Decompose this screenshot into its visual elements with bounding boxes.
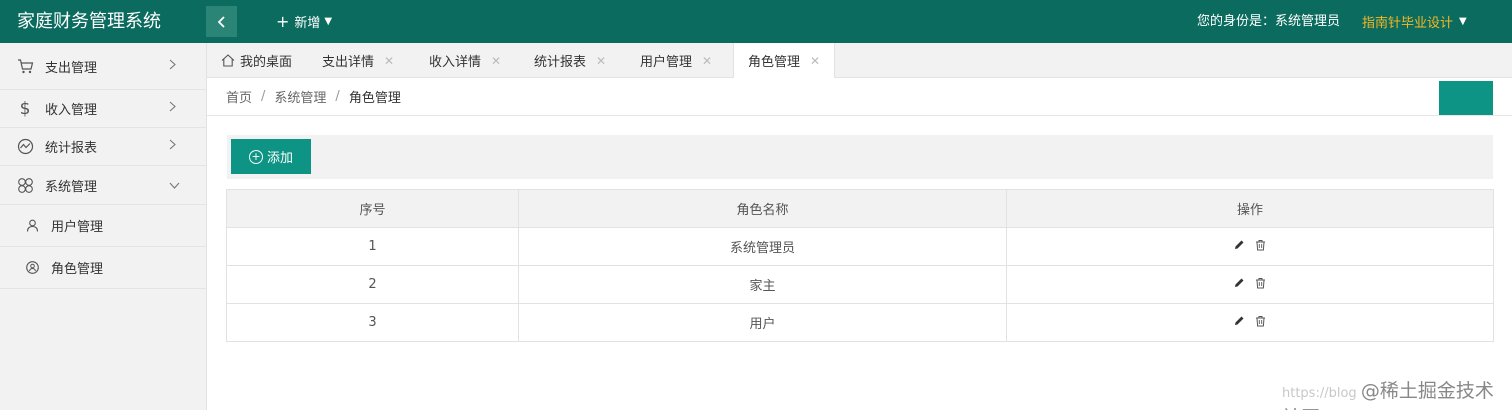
user-menu[interactable]: 指南针毕业设计 ▼ (1362, 0, 1467, 43)
role-icon (24, 260, 40, 276)
add-new-label: 新增 (294, 16, 321, 31)
delete-icon[interactable] (1255, 239, 1266, 251)
dollar-icon: $ (19, 98, 31, 119)
tab-label: 我的桌面 (240, 55, 293, 70)
column-header-actions: 操作 (1006, 189, 1494, 228)
delete-icon[interactable] (1255, 315, 1266, 327)
role-table: 序号 角色名称 操作 1 系统管理员 2 家主 3 用户 (226, 189, 1494, 342)
user-menu-label: 指南针毕业设计 (1362, 16, 1454, 31)
table-row: 1 系统管理员 (226, 227, 1494, 266)
refresh-button[interactable] (1439, 81, 1493, 115)
sidebar-item-statistics[interactable]: 统计报表 (0, 128, 206, 166)
chevron-right-icon (169, 59, 176, 74)
tab-label: 用户管理 (640, 55, 693, 70)
close-icon[interactable]: ✕ (491, 54, 501, 68)
table-header-row: 序号 角色名称 操作 (226, 189, 1494, 228)
cell-actions (1006, 227, 1494, 266)
sidebar-item-label: 系统管理 (45, 179, 98, 195)
tab-label: 统计报表 (534, 55, 587, 70)
breadcrumb-separator: / (261, 89, 266, 104)
identity-text: 您的身份是：系统管理员 (1197, 14, 1341, 29)
add-role-button[interactable]: + 添加 (231, 139, 311, 174)
sidebar-item-label: 统计报表 (45, 141, 98, 156)
cell-index: 2 (226, 265, 519, 304)
chevron-right-icon (169, 101, 176, 116)
sidebar: 支出管理 $ 收入管理 统计报表 系统管理 用户管理 角色管理 (0, 43, 207, 410)
column-header-role-name: 角色名称 (518, 189, 1007, 228)
tab-expense-detail[interactable]: 支出详情 ✕ (322, 43, 394, 78)
sidebar-subitem-label: 角色管理 (51, 262, 104, 277)
edit-icon[interactable] (1234, 277, 1245, 288)
breadcrumb: 首页 / 系统管理 / 角色管理 (226, 78, 401, 115)
chevron-right-icon (169, 139, 176, 154)
close-icon[interactable]: ✕ (810, 54, 820, 68)
breadcrumb-home[interactable]: 首页 (226, 87, 252, 106)
clover-icon (16, 176, 34, 194)
tab-bar: 我的桌面 支出详情 ✕ 收入详情 ✕ 统计报表 ✕ 用户管理 ✕ 角色管理 ✕ (207, 43, 1512, 78)
edit-icon[interactable] (1234, 315, 1245, 326)
close-icon[interactable]: ✕ (702, 54, 712, 68)
caret-down-icon: ▼ (1459, 16, 1467, 27)
column-header-index: 序号 (226, 189, 519, 228)
close-icon[interactable]: ✕ (596, 54, 606, 68)
cell-index: 3 (226, 303, 519, 342)
table-row: 2 家主 (226, 265, 1494, 304)
tab-label: 支出详情 (322, 55, 375, 70)
cell-actions (1006, 303, 1494, 342)
sidebar-item-income[interactable]: $ 收入管理 (0, 90, 206, 128)
table-row: 3 用户 (226, 303, 1494, 342)
breadcrumb-current: 角色管理 (348, 91, 401, 106)
toolbar: + 添加 (227, 135, 1493, 179)
cell-role-name: 系统管理员 (518, 227, 1007, 266)
edit-icon[interactable] (1234, 239, 1245, 250)
cell-role-name: 用户 (518, 303, 1007, 342)
tab-label: 角色管理 (748, 55, 801, 70)
sidebar-subitem-roles[interactable]: 角色管理 (0, 247, 206, 289)
cell-role-name: 家主 (518, 265, 1007, 304)
sidebar-item-expense[interactable]: 支出管理 (0, 43, 206, 90)
chart-icon (16, 138, 34, 156)
sidebar-subitem-users[interactable]: 用户管理 (0, 205, 206, 247)
sidebar-subitem-label: 用户管理 (51, 220, 104, 235)
watermark: https://blog @稀土掘金技术社区 (1282, 376, 1512, 410)
cell-index: 1 (226, 227, 519, 266)
delete-icon[interactable] (1255, 277, 1266, 289)
chevron-down-icon (169, 178, 180, 193)
watermark-url: https://blog (1282, 386, 1357, 401)
sidebar-item-label: 支出管理 (45, 60, 98, 76)
collapse-sidebar-button[interactable] (206, 6, 237, 37)
cart-icon (16, 57, 34, 75)
add-button-label: 添加 (266, 151, 293, 166)
top-header: 家庭财务管理系统 + 新增 ▼ 您的身份是：系统管理员 指南针毕业设计 ▼ (0, 0, 1512, 43)
app-logo: 家庭财务管理系统 (17, 11, 161, 32)
plus-icon: + (276, 12, 290, 31)
sidebar-item-label: 收入管理 (45, 103, 98, 118)
tab-user-management[interactable]: 用户管理 ✕ (640, 43, 712, 78)
tab-statistics[interactable]: 统计报表 ✕ (534, 43, 606, 78)
breadcrumb-parent[interactable]: 系统管理 (274, 87, 326, 106)
chevron-left-icon (217, 15, 225, 28)
plus-circle-icon: + (248, 149, 263, 164)
tab-label: 收入详情 (429, 55, 482, 70)
breadcrumb-separator: / (335, 89, 340, 104)
tab-desktop[interactable]: 我的桌面 (221, 43, 292, 78)
home-icon (221, 54, 235, 67)
user-icon (24, 218, 40, 234)
close-icon[interactable]: ✕ (384, 54, 394, 68)
sidebar-item-system[interactable]: 系统管理 (0, 166, 206, 205)
breadcrumb-bar: 首页 / 系统管理 / 角色管理 (207, 78, 1512, 116)
cell-actions (1006, 265, 1494, 304)
tab-income-detail[interactable]: 收入详情 ✕ (429, 43, 501, 78)
add-new-menu[interactable]: + 新增 ▼ (276, 0, 332, 43)
tab-role-management[interactable]: 角色管理 ✕ (733, 43, 836, 78)
caret-down-icon: ▼ (324, 16, 333, 27)
